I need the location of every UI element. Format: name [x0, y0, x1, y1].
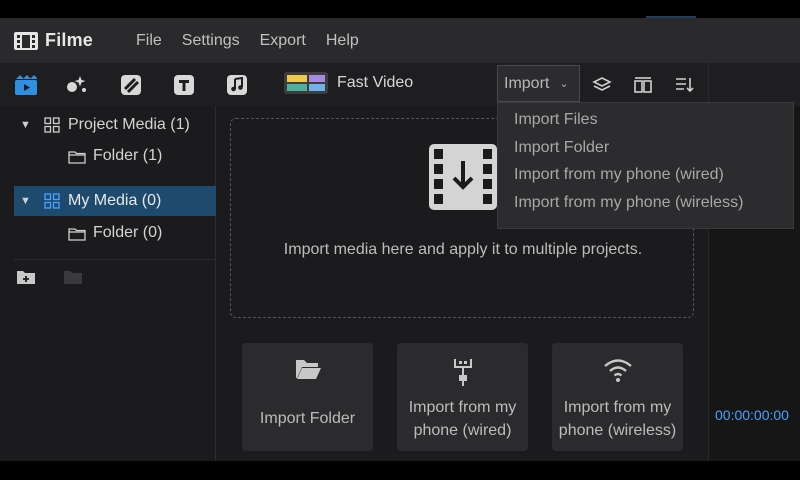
card-label: phone (wireless)	[558, 422, 677, 439]
layers-icon[interactable]	[590, 73, 614, 97]
fast-video-label: Fast Video	[337, 74, 414, 91]
import-dropdown-button[interactable]: Import ⌄	[497, 65, 580, 102]
wifi-icon	[603, 357, 633, 385]
menu-item-import-phone-wired[interactable]: Import from my phone (wired)	[498, 161, 793, 189]
tree-item-label: Folder (1)	[93, 147, 163, 164]
expand-triangle-icon[interactable]: ▼	[20, 119, 34, 131]
tree-item-my-folder[interactable]: Folder (0)	[0, 218, 216, 248]
menu-item-import-files[interactable]: Import Files	[498, 106, 793, 134]
tree-item-my-media[interactable]: ▼ My Media (0)	[14, 186, 216, 216]
tree-item-label: My Media (0)	[68, 192, 162, 209]
music-icon[interactable]	[225, 73, 249, 97]
media-tree-panel: ▼ Project Media (1) Folder (1) ▼ My Medi…	[0, 106, 216, 461]
menu-settings[interactable]: Settings	[182, 32, 240, 50]
menu-export[interactable]: Export	[260, 32, 306, 50]
tree-divider	[14, 259, 216, 260]
window-bottom-edge	[0, 461, 800, 480]
expand-triangle-icon[interactable]: ▼	[20, 195, 34, 207]
effects-icon[interactable]	[65, 73, 89, 97]
card-label: Import from my	[563, 399, 672, 416]
grid-view-icon[interactable]	[631, 73, 655, 97]
filme-app: Filme File Settings Export Help Fast Vid…	[0, 18, 800, 461]
filme-logo-icon	[13, 30, 39, 52]
add-folder-icon[interactable]	[16, 269, 36, 285]
import-film-icon	[427, 141, 499, 213]
import-phone-wired-card[interactable]: Import from my phone (wired)	[397, 343, 528, 451]
folder-icon	[68, 226, 86, 241]
tree-item-project-media[interactable]: ▼ Project Media (1)	[0, 110, 216, 140]
menu-bar: Filme File Settings Export Help	[0, 18, 800, 63]
tree-item-label: Folder (0)	[93, 224, 163, 241]
menu-help[interactable]: Help	[326, 32, 359, 50]
card-label: phone (wired)	[413, 422, 512, 439]
import-phone-wireless-card[interactable]: Import from my phone (wireless)	[552, 343, 683, 451]
sort-icon[interactable]	[672, 73, 696, 97]
grid-icon	[44, 117, 60, 133]
import-label: Import	[504, 74, 550, 92]
grid-icon	[44, 193, 60, 209]
chevron-down-icon: ⌄	[559, 78, 569, 90]
fast-video-button[interactable]: Fast Video	[284, 72, 413, 94]
tree-item-project-folder[interactable]: Folder (1)	[0, 141, 216, 171]
folder-disabled-icon	[63, 269, 83, 285]
import-dropdown-menu: Import Files Import Folder Import from m…	[497, 102, 794, 229]
usb-cable-icon	[448, 357, 478, 386]
media-icon[interactable]	[14, 73, 38, 97]
menu-file[interactable]: File	[136, 32, 162, 50]
fast-video-icon	[284, 72, 328, 94]
app-name: Filme	[45, 30, 94, 50]
menu-item-import-folder[interactable]: Import Folder	[498, 134, 793, 162]
import-folder-card[interactable]: Import Folder	[242, 343, 373, 451]
preview-header	[709, 63, 800, 106]
tree-item-label: Project Media (1)	[68, 116, 190, 133]
card-label: Import from my	[408, 399, 517, 416]
app-logo: Filme	[13, 30, 93, 52]
card-label: Import Folder	[259, 410, 356, 427]
text-icon[interactable]	[172, 73, 196, 97]
menu-item-import-phone-wireless[interactable]: Import from my phone (wireless)	[498, 189, 793, 217]
transitions-icon[interactable]	[119, 73, 143, 97]
media-toolbar: Fast Video Import ⌄	[0, 63, 708, 106]
dropzone-hint: Import media here and apply it to multip…	[283, 241, 643, 258]
folder-icon	[68, 149, 86, 164]
preview-timecode: 00:00:00:00	[715, 407, 789, 423]
main-menu: File Settings Export Help	[136, 32, 379, 50]
folder-open-icon	[293, 357, 323, 385]
